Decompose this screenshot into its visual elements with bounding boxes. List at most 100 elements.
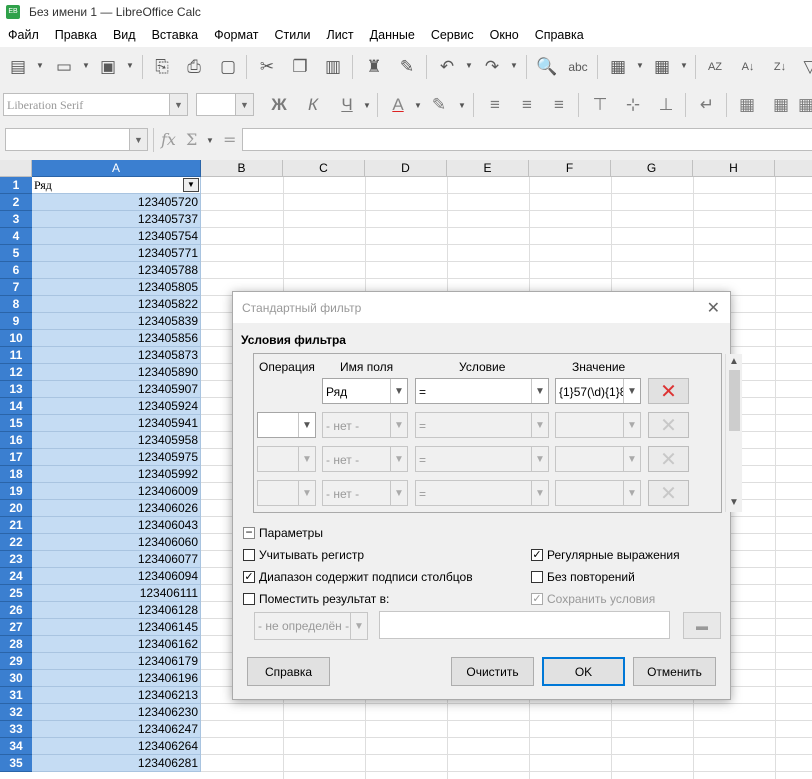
chevron-down-icon[interactable]: ▼	[531, 447, 548, 471]
formula-input[interactable]	[242, 128, 812, 151]
merge-cells-icon[interactable]: ▦	[734, 94, 760, 116]
case-sensitive-label[interactable]: Учитывать регистр	[259, 548, 364, 562]
table-cell[interactable]: 123405941	[32, 415, 201, 432]
chevron-down-icon[interactable]: ▼	[623, 447, 640, 471]
scroll-up-icon[interactable]: ▲	[729, 356, 739, 367]
chevron-down-icon[interactable]: ▼	[298, 481, 315, 505]
select-all-corner[interactable]	[0, 160, 32, 177]
underline-button[interactable]: Ч	[334, 94, 360, 116]
export-pdf-icon[interactable]: ⎘	[150, 55, 174, 79]
redo-dropdown-icon[interactable]: ▼	[510, 61, 518, 70]
row-header[interactable]: 2	[0, 194, 32, 211]
chevron-down-icon[interactable]: ▼	[298, 413, 315, 437]
condition-select-3[interactable]: = ▼	[415, 446, 549, 472]
table-cell[interactable]: 123405975	[32, 449, 201, 466]
font-color-dropdown-icon[interactable]: ▼	[414, 101, 422, 110]
table-cell[interactable]: 123405958	[32, 432, 201, 449]
column-header-b[interactable]: B	[201, 160, 283, 177]
column-header-h[interactable]: H	[693, 160, 775, 177]
chevron-down-icon[interactable]: ▼	[390, 379, 407, 403]
align-left-icon[interactable]: ≡	[482, 94, 508, 116]
menu-edit[interactable]: Правка	[49, 28, 103, 42]
table-cell[interactable]: 123406077	[32, 551, 201, 568]
row-header[interactable]: 25	[0, 585, 32, 602]
row-header[interactable]: 32	[0, 704, 32, 721]
menu-file[interactable]: Файл	[2, 28, 45, 42]
value-select-2[interactable]: ▼	[555, 412, 641, 438]
row-header[interactable]: 22	[0, 534, 32, 551]
row-header[interactable]: 35	[0, 755, 32, 772]
help-button[interactable]: Справка	[247, 657, 330, 686]
highlight-color-icon[interactable]: ✎	[426, 94, 452, 116]
sort-ascending-icon[interactable]: A↓	[736, 55, 760, 79]
copy-results-label[interactable]: Поместить результат в:	[259, 592, 389, 606]
unmerge-cells-icon[interactable]: ▦	[768, 94, 794, 116]
chevron-down-icon[interactable]: ▼	[623, 413, 640, 437]
table-cell[interactable]: 123405720	[32, 194, 201, 211]
row-header[interactable]: 31	[0, 687, 32, 704]
column-header-c[interactable]: C	[283, 160, 365, 177]
table-cell[interactable]: 123405839	[32, 313, 201, 330]
operation-select-4[interactable]: ▼	[257, 480, 316, 506]
range-has-headers-label[interactable]: Диапазон содержит подписи столбцов	[259, 570, 473, 584]
row-header[interactable]: 5	[0, 245, 32, 262]
clear-formatting-icon[interactable]: ✎	[395, 55, 419, 79]
table-cell[interactable]: 123406026	[32, 500, 201, 517]
close-icon[interactable]: ✕	[707, 298, 720, 318]
row-header[interactable]: 11	[0, 347, 32, 364]
cut-icon[interactable]: ✂	[255, 55, 279, 79]
row-header[interactable]: 13	[0, 381, 32, 398]
keep-criteria-label[interactable]: Сохранить условия	[547, 592, 655, 606]
wrap-text-icon[interactable]: ↵	[694, 94, 720, 116]
table-cell[interactable]: 123405788	[32, 262, 201, 279]
table-cell[interactable]: 123405856	[32, 330, 201, 347]
row-header[interactable]: 34	[0, 738, 32, 755]
scroll-down-icon[interactable]: ▼	[729, 497, 739, 508]
table-cell[interactable]: 123406247	[32, 721, 201, 738]
header-cell[interactable]: Ряд ▼	[32, 177, 201, 194]
row-header[interactable]: 17	[0, 449, 32, 466]
condition-select-2[interactable]: = ▼	[415, 412, 549, 438]
row-header[interactable]: 20	[0, 500, 32, 517]
field-select-1[interactable]: Ряд ▼	[322, 378, 408, 404]
table-cell[interactable]: 123406111	[32, 585, 201, 602]
chevron-down-icon[interactable]: ▼	[390, 413, 407, 437]
menu-format[interactable]: Формат	[208, 28, 264, 42]
field-select-2[interactable]: - нет - ▼	[322, 412, 408, 438]
scrollbar-thumb[interactable]	[729, 370, 740, 431]
menu-tools[interactable]: Сервис	[425, 28, 480, 42]
sort-descending-icon[interactable]: Z↓	[768, 55, 792, 79]
column-header-f[interactable]: F	[529, 160, 611, 177]
font-name-box[interactable]: Liberation Serif ▼	[3, 93, 188, 116]
menu-window[interactable]: Окно	[484, 28, 525, 42]
table-cell[interactable]: 123406213	[32, 687, 201, 704]
print-icon[interactable]: ⎙	[182, 55, 206, 79]
autofilter-dropdown-icon[interactable]: ▼	[183, 178, 199, 192]
table-cell[interactable]: 123406060	[32, 534, 201, 551]
menu-insert[interactable]: Вставка	[146, 28, 204, 42]
chevron-down-icon[interactable]: ▼	[531, 413, 548, 437]
case-sensitive-checkbox[interactable]	[243, 549, 255, 561]
no-duplicates-checkbox[interactable]	[531, 571, 543, 583]
ok-button[interactable]: OK	[542, 657, 625, 686]
row-header[interactable]: 19	[0, 483, 32, 500]
menu-view[interactable]: Вид	[107, 28, 142, 42]
column-dropdown-icon[interactable]: ▼	[680, 61, 688, 70]
table-cell[interactable]: 123405822	[32, 296, 201, 313]
destination-select[interactable]: - не определён - ▼	[254, 612, 368, 640]
field-select-4[interactable]: - нет - ▼	[322, 480, 408, 506]
autofilter-icon[interactable]: ▽	[798, 55, 812, 79]
value-select-4[interactable]: ▼	[555, 480, 641, 506]
table-cell[interactable]: 123405907	[32, 381, 201, 398]
row-header[interactable]: 28	[0, 636, 32, 653]
table-cell[interactable]: 123406162	[32, 636, 201, 653]
column-header-a[interactable]: A	[32, 160, 201, 177]
table-cell[interactable]: 123406009	[32, 483, 201, 500]
table-cell[interactable]: 123405737	[32, 211, 201, 228]
cancel-button[interactable]: Отменить	[633, 657, 716, 686]
copy-results-checkbox[interactable]	[243, 593, 255, 605]
row-header[interactable]: 23	[0, 551, 32, 568]
remove-condition-2-button[interactable]: ✕	[648, 412, 689, 438]
remove-condition-4-button[interactable]: ✕	[648, 480, 689, 506]
table-cell[interactable]: 123406281	[32, 755, 201, 772]
